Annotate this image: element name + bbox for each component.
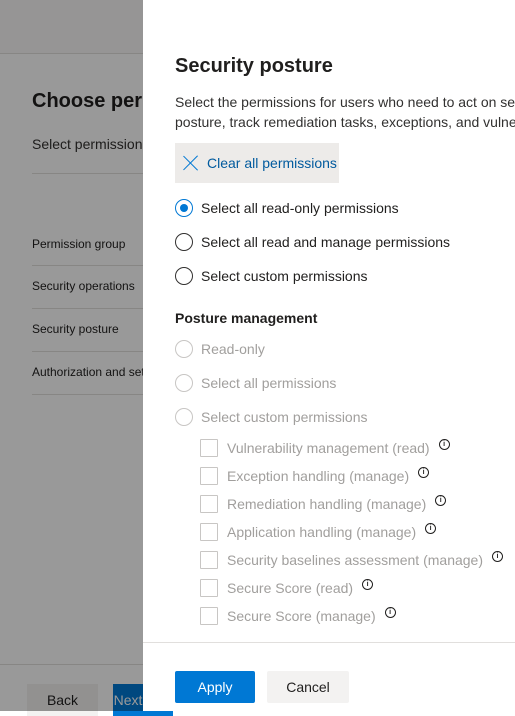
- radio-read-manage-all[interactable]: Select all read and manage permissions: [175, 232, 450, 252]
- info-icon[interactable]: i: [384, 606, 396, 618]
- checkbox-icon: [200, 523, 218, 541]
- panel-description: Select the permissions for users who nee…: [175, 94, 515, 130]
- checkbox-icon: [200, 439, 218, 457]
- checkbox-vulnerability-management: Vulnerability management (read) i: [200, 438, 450, 458]
- radio-label: Read-only: [201, 341, 265, 357]
- checkbox-icon: [200, 551, 218, 569]
- radio-posture-read-only: Read-only: [175, 339, 265, 359]
- checkbox-label: Exception handling (manage): [227, 468, 410, 484]
- info-icon[interactable]: i: [492, 550, 504, 562]
- checkbox-label: Vulnerability management (read): [227, 440, 430, 456]
- info-icon[interactable]: i: [438, 438, 450, 450]
- radio-posture-custom: Select custom permissions: [175, 407, 368, 427]
- radio-label: Select all read-only permissions: [201, 200, 399, 216]
- radio-label: Select custom permissions: [201, 409, 368, 425]
- apply-button[interactable]: Apply: [175, 671, 255, 703]
- section-title-posture-management: Posture management: [175, 310, 318, 326]
- panel-footer-divider: [143, 642, 515, 643]
- checkbox-icon: [200, 467, 218, 485]
- security-posture-panel: Security posture Select the permissions …: [143, 0, 515, 711]
- radio-label: Select custom permissions: [201, 268, 368, 284]
- radio-label: Select all permissions: [201, 375, 337, 391]
- close-icon: [183, 155, 199, 171]
- radio-posture-all: Select all permissions: [175, 373, 336, 393]
- panel-title: Security posture: [175, 55, 333, 77]
- checkbox-icon: [200, 495, 218, 513]
- radio-icon[interactable]: [175, 267, 193, 285]
- checkbox-label: Secure Score (read): [227, 580, 354, 596]
- checkbox-label: Secure Score (manage): [227, 608, 376, 624]
- info-icon[interactable]: i: [425, 522, 437, 534]
- radio-icon[interactable]: [175, 233, 193, 251]
- checkbox-icon: [200, 607, 218, 625]
- radio-disabled-icon: [175, 408, 193, 426]
- radio-disabled-icon: [175, 340, 193, 358]
- checkbox-security-baselines: Security baselines assessment (manage) i: [200, 550, 504, 570]
- checkbox-label: Security baselines assessment (manage): [227, 552, 484, 568]
- checkbox-label: Application handling (manage): [227, 524, 417, 540]
- checkbox-icon: [200, 579, 218, 597]
- radio-read-only-all[interactable]: Select all read-only permissions: [175, 198, 399, 218]
- checkbox-secure-score-read: Secure Score (read) i: [200, 578, 374, 598]
- checkbox-secure-score-manage: Secure Score (manage) i: [200, 606, 396, 626]
- info-icon[interactable]: i: [418, 466, 430, 478]
- info-icon[interactable]: i: [435, 494, 447, 506]
- info-icon[interactable]: i: [362, 578, 374, 590]
- radio-custom[interactable]: Select custom permissions: [175, 266, 368, 286]
- radio-label: Select all read and manage permissions: [201, 234, 451, 250]
- cancel-button[interactable]: Cancel: [267, 671, 349, 703]
- radio-disabled-icon: [175, 374, 193, 392]
- checkbox-label: Remediation handling (manage): [227, 496, 427, 512]
- clear-all-permissions-button[interactable]: Clear all permissions: [175, 143, 339, 183]
- checkbox-remediation-handling: Remediation handling (manage) i: [200, 494, 447, 514]
- clear-all-permissions-label: Clear all permissions: [207, 155, 337, 171]
- checkbox-application-handling: Application handling (manage) i: [200, 522, 437, 542]
- radio-checked-icon[interactable]: [175, 199, 193, 217]
- checkbox-exception-handling: Exception handling (manage) i: [200, 466, 430, 486]
